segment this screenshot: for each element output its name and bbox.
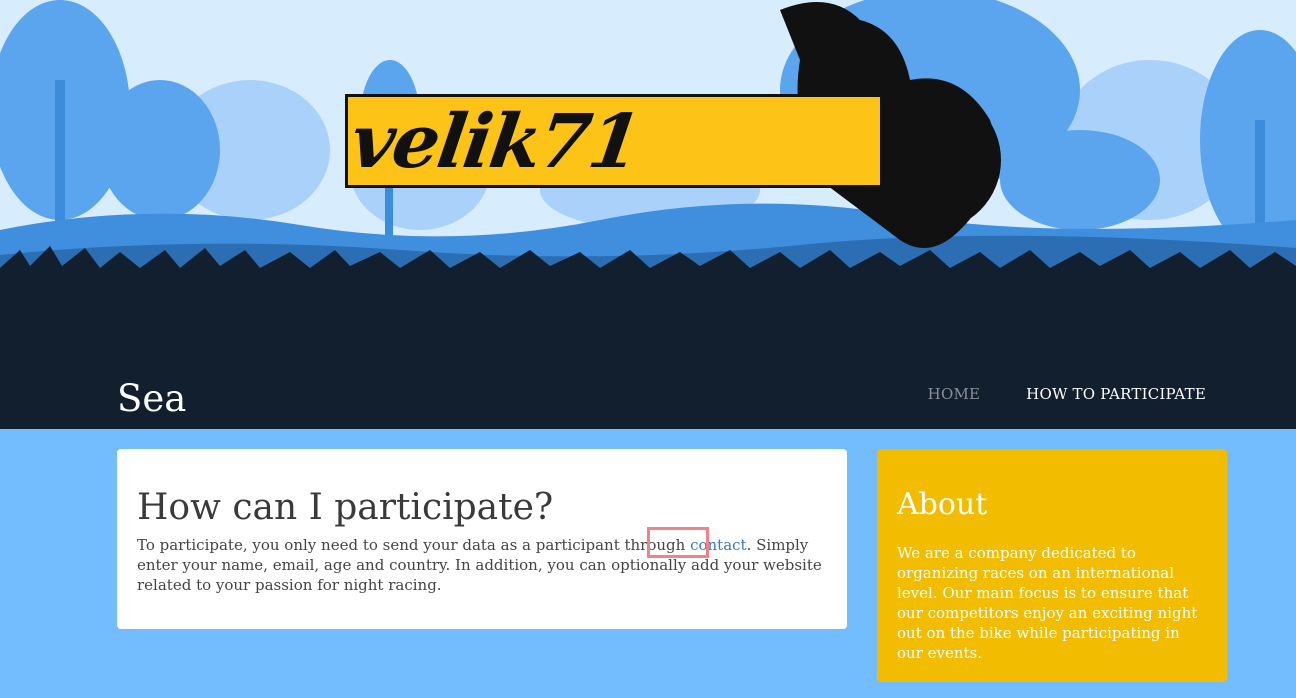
nav-home[interactable]: HOME (928, 382, 981, 406)
about-heading: About (897, 487, 988, 522)
participate-card: How can I participate? To participate, y… (117, 449, 847, 629)
main-nav: HOME HOW TO PARTICIPATE (928, 382, 1206, 406)
header-banner: velik71 Sea HOME HOW TO PARTICIPATE (0, 0, 1296, 429)
participate-text-intro: To participate, you only need to send yo… (137, 536, 691, 554)
site-logo[interactable]: velik71 (346, 96, 645, 188)
site-title[interactable]: Sea (117, 372, 186, 426)
participate-text: To participate, you only need to send yo… (137, 535, 827, 595)
participate-heading: How can I participate? (137, 487, 554, 528)
about-card: About We are a company dedicated to orga… (877, 449, 1227, 682)
contact-link-highlight (647, 527, 709, 558)
nav-how-to-participate[interactable]: HOW TO PARTICIPATE (1026, 382, 1206, 406)
about-text: We are a company dedicated to organizing… (897, 544, 1198, 662)
